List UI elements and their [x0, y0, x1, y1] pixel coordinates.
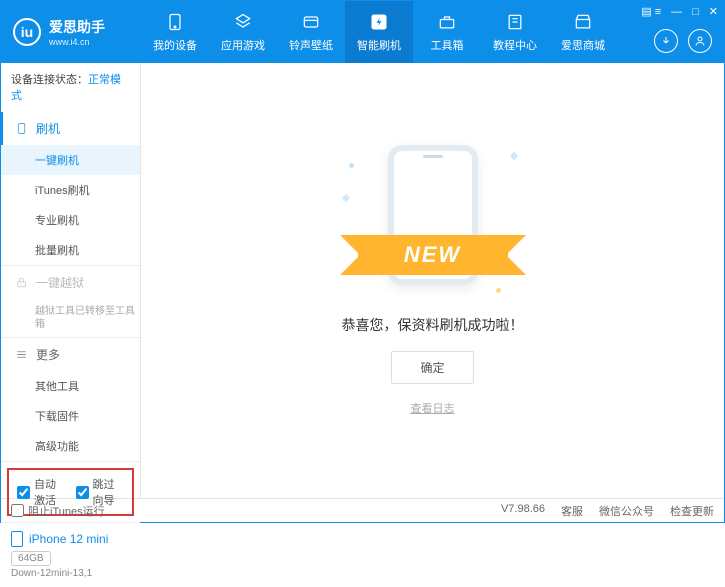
sidebar-section-jailbreak: 一键越狱	[1, 266, 140, 299]
logo-icon: iu	[13, 18, 41, 46]
sidebar-section-more[interactable]: 更多	[1, 338, 140, 371]
jailbreak-note: 越狱工具已转移至工具箱	[1, 299, 140, 337]
apps-icon	[232, 11, 254, 33]
book-icon	[504, 11, 526, 33]
nav-label: 智能刷机	[357, 37, 401, 53]
nav-apps[interactable]: 应用游戏	[209, 1, 277, 63]
device-firmware: Down-12mini-13,1	[11, 568, 130, 579]
settings-menu-icon[interactable]: ▤ ≡	[641, 5, 661, 18]
toolbox-icon	[436, 11, 458, 33]
phone-icon	[164, 11, 186, 33]
main-nav: 我的设备 应用游戏 铃声壁纸 智能刷机 工具箱 教程中心 爱思商城	[141, 1, 617, 63]
main-content: NEW 恭喜您，保资料刷机成功啦！ 确定 查看日志	[141, 63, 724, 498]
sidebar-section-flash[interactable]: 刷机	[1, 112, 140, 145]
sidebar-item-more-1[interactable]: 下载固件	[1, 401, 140, 431]
nav-label: 爱思商城	[561, 37, 605, 53]
nav-label: 工具箱	[431, 37, 464, 53]
sidebar-item-flash-0[interactable]: 一键刷机	[1, 145, 140, 175]
flash-icon	[368, 11, 390, 33]
nav-wallet[interactable]: 铃声壁纸	[277, 1, 345, 63]
sidebar-item-more-2[interactable]: 高级功能	[1, 431, 140, 461]
sidebar-section-jailbreak-label: 一键越狱	[36, 274, 84, 291]
sidebar-item-more-0[interactable]: 其他工具	[1, 371, 140, 401]
wallet-icon	[300, 11, 322, 33]
user-button[interactable]	[688, 29, 712, 53]
wechat-link[interactable]: 微信公众号	[599, 503, 654, 519]
sidebar-section-more-label: 更多	[36, 346, 60, 363]
success-illustration: NEW	[343, 145, 523, 295]
lock-icon	[15, 276, 28, 289]
device-name: iPhone 12 mini	[11, 531, 130, 547]
sidebar-item-flash-1[interactable]: iTunes刷机	[1, 175, 140, 205]
connection-status: 设备连接状态：正常模式	[1, 63, 140, 112]
success-message: 恭喜您，保资料刷机成功啦！	[342, 315, 524, 335]
maximize-icon[interactable]: □	[692, 6, 699, 18]
nav-label: 教程中心	[493, 37, 537, 53]
phone-icon	[15, 122, 28, 135]
confirm-button[interactable]: 确定	[391, 351, 473, 384]
app-header: iu 爱思助手 www.i4.cn 我的设备 应用游戏 铃声壁纸 智能刷机 工具箱 教程中…	[1, 1, 724, 63]
nav-book[interactable]: 教程中心	[481, 1, 549, 63]
block-itunes-label: 阻止iTunes运行	[28, 503, 105, 519]
window-controls: ▤ ≡ — □ ✕	[641, 5, 718, 18]
device-info[interactable]: iPhone 12 mini 64GB Down-12mini-13,1	[1, 522, 140, 587]
logo-title: 爱思助手	[49, 17, 105, 37]
store-icon	[572, 11, 594, 33]
check-update-link[interactable]: 检查更新	[670, 503, 714, 519]
block-itunes-checkbox[interactable]: 阻止iTunes运行	[11, 503, 105, 519]
version-label: V7.98.66	[501, 503, 545, 519]
nav-flash[interactable]: 智能刷机	[345, 1, 413, 63]
nav-label: 铃声壁纸	[289, 37, 333, 53]
sidebar-item-flash-3[interactable]: 批量刷机	[1, 235, 140, 265]
status-label: 设备连接状态：	[11, 74, 88, 86]
menu-icon	[15, 348, 28, 361]
close-icon[interactable]: ✕	[709, 5, 718, 18]
nav-label: 我的设备	[153, 37, 197, 53]
support-link[interactable]: 客服	[561, 503, 583, 519]
new-ribbon: NEW	[358, 235, 508, 275]
nav-phone[interactable]: 我的设备	[141, 1, 209, 63]
minimize-icon[interactable]: —	[671, 6, 682, 18]
sidebar-item-flash-2[interactable]: 专业刷机	[1, 205, 140, 235]
device-storage-badge: 64GB	[11, 551, 51, 566]
logo-subtitle: www.i4.cn	[49, 37, 105, 47]
download-button[interactable]	[654, 29, 678, 53]
logo: iu 爱思助手 www.i4.cn	[1, 17, 141, 47]
nav-toolbox[interactable]: 工具箱	[413, 1, 481, 63]
sidebar: 设备连接状态：正常模式 刷机 一键刷机iTunes刷机专业刷机批量刷机 一键越狱…	[1, 63, 141, 498]
sidebar-section-flash-label: 刷机	[36, 120, 60, 137]
nav-store[interactable]: 爱思商城	[549, 1, 617, 63]
view-log-link[interactable]: 查看日志	[411, 400, 455, 416]
nav-label: 应用游戏	[221, 37, 265, 53]
